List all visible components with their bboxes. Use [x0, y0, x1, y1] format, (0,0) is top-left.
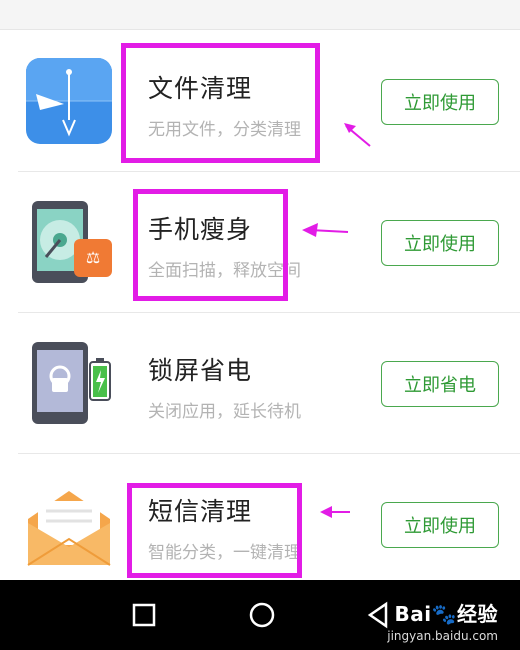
- folder-clean-icon: [24, 58, 114, 148]
- use-now-button[interactable]: 立即使用: [381, 220, 499, 266]
- item-subtitle: 关闭应用，延长待机: [148, 402, 301, 422]
- lockscreen-battery-icon: [24, 340, 114, 430]
- item-title: 锁屏省电: [148, 356, 253, 385]
- watermark-brand: Bai🐾经验: [394, 602, 498, 626]
- recent-apps-icon[interactable]: [132, 603, 156, 631]
- item-subtitle: 无用文件，分类清理: [148, 120, 301, 140]
- list-item-sms-clean[interactable]: 短信清理 智能分类，一键清理 立即使用: [18, 454, 520, 595]
- top-divider-strip: [0, 0, 520, 30]
- item-subtitle: 智能分类，一键清理: [148, 543, 301, 563]
- phone-storage-icon: ⚖: [24, 199, 114, 289]
- tools-list: 文件清理 无用文件，分类清理 立即使用 ⚖ 手机瘦身 全面扫描，释放空间 立即使…: [0, 31, 520, 595]
- app-screen: 文件清理 无用文件，分类清理 立即使用 ⚖ 手机瘦身 全面扫描，释放空间 立即使…: [0, 0, 520, 650]
- list-item-phone-slim[interactable]: ⚖ 手机瘦身 全面扫描，释放空间 立即使用: [18, 172, 520, 313]
- watermark-url: jingyan.baidu.com: [387, 629, 498, 643]
- paw-icon: 🐾: [431, 602, 457, 626]
- envelope-icon: [24, 481, 114, 571]
- baidu-jingyan-watermark: Bai🐾经验 jingyan.baidu.com: [387, 598, 498, 643]
- use-now-button[interactable]: 立即使用: [381, 502, 499, 548]
- home-icon[interactable]: [248, 601, 276, 633]
- item-title: 短信清理: [148, 497, 253, 526]
- list-item-lockscreen-power[interactable]: 锁屏省电 关闭应用，延长待机 立即省电: [18, 313, 520, 454]
- list-item-file-clean[interactable]: 文件清理 无用文件，分类清理 立即使用: [18, 31, 520, 172]
- item-title: 手机瘦身: [148, 215, 253, 244]
- item-subtitle: 全面扫描，释放空间: [148, 261, 301, 281]
- save-power-button[interactable]: 立即省电: [381, 361, 499, 407]
- svg-text:⚖: ⚖: [86, 248, 100, 267]
- item-title: 文件清理: [148, 74, 253, 103]
- use-now-button[interactable]: 立即使用: [381, 79, 499, 125]
